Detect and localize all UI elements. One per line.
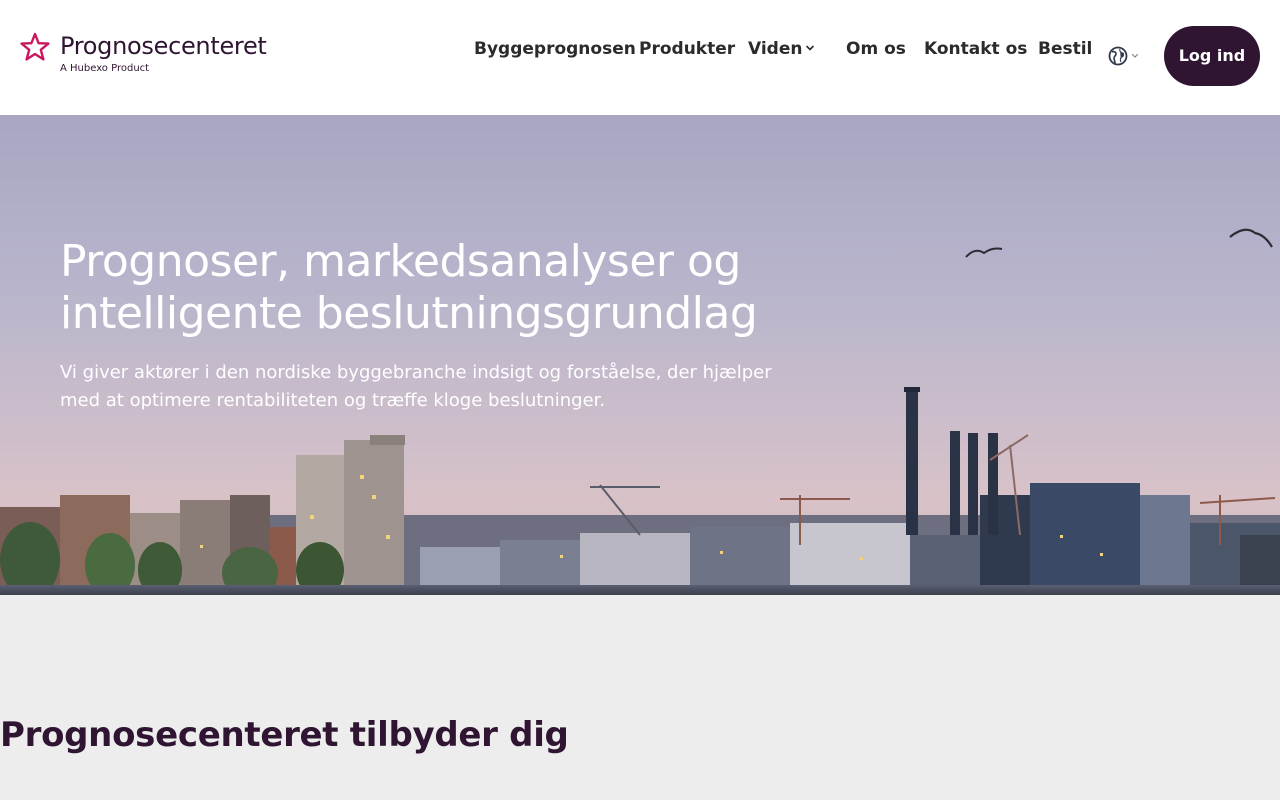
nav-item-byggeprognosen[interactable]: Byggeprognosen	[474, 36, 636, 62]
site-header: Prognosecenteret A Hubexo Product Byggep…	[0, 0, 1280, 115]
logo-tagline: A Hubexo Product	[60, 63, 150, 74]
nav-item-kontakt-os[interactable]: Kontakt os	[924, 36, 1027, 62]
login-button[interactable]: Log ind	[1164, 26, 1260, 86]
nav-item-produkter[interactable]: Produkter	[639, 36, 735, 62]
nav-item-viden[interactable]: Viden	[748, 36, 803, 62]
logo-name: Prognosecenteret	[60, 32, 267, 60]
hero-banner: Prognoser, markedsanalyser og intelligen…	[0, 115, 1280, 595]
city-skyline-image	[0, 228, 1280, 595]
hero-description: Vi giver aktører i den nordiske byggebra…	[60, 362, 772, 411]
chevron-down-icon	[806, 45, 814, 51]
chevron-down-icon[interactable]	[1130, 51, 1140, 61]
globe-icon[interactable]	[1108, 46, 1128, 66]
nav-item-bestil[interactable]: Bestil	[1038, 36, 1092, 62]
star-logo-icon	[20, 32, 50, 61]
nav-item-viden-label: Viden	[748, 39, 803, 59]
hero-title: Prognoser, markedsanalyser og intelligen…	[60, 236, 758, 339]
site-logo[interactable]: Prognosecenteret A Hubexo Product	[20, 30, 280, 78]
nav-item-om-os[interactable]: Om os	[846, 36, 906, 62]
section-title: Prognosecenteret tilbyder dig	[0, 715, 569, 755]
